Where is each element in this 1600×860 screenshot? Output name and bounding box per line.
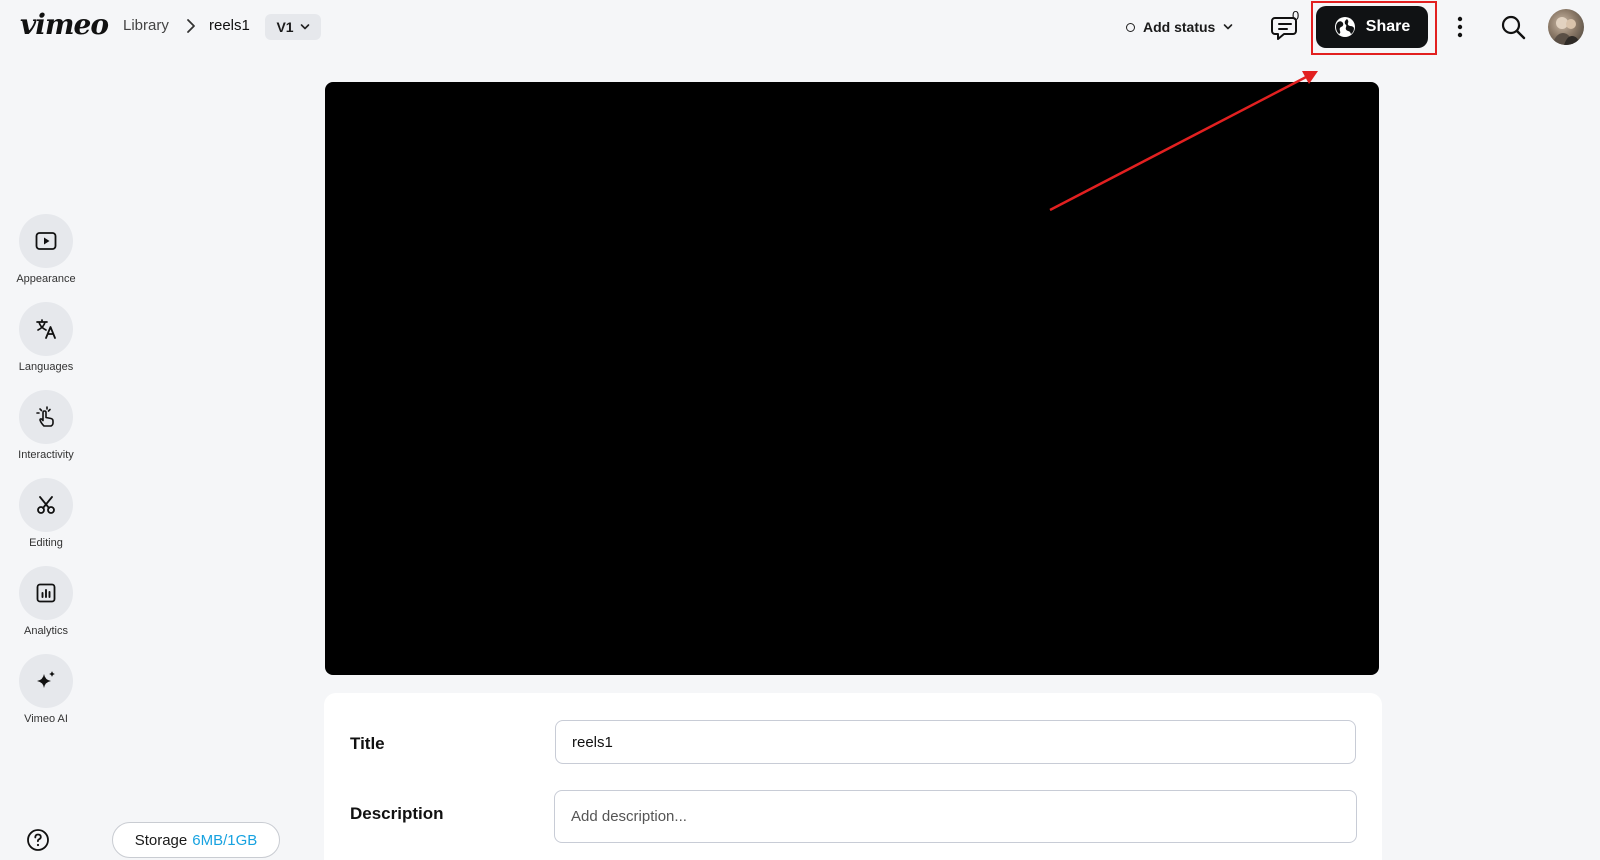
sidebar-item-label: Appearance bbox=[16, 273, 76, 285]
status-label: Add status bbox=[1143, 19, 1216, 35]
add-status-dropdown[interactable]: Add status bbox=[1126, 14, 1233, 40]
breadcrumb-library-link[interactable]: Library bbox=[123, 17, 169, 34]
play-square-icon bbox=[35, 232, 57, 250]
sidebar-circle bbox=[19, 654, 73, 708]
globe-icon bbox=[1334, 17, 1355, 37]
description-input[interactable] bbox=[554, 790, 1357, 843]
video-player[interactable] bbox=[325, 82, 1379, 675]
sidebar-circle bbox=[19, 302, 73, 356]
sidebar-item-label: Languages bbox=[18, 361, 74, 373]
avatar-photo-icon bbox=[1552, 17, 1580, 45]
sidebar-item-label: Analytics bbox=[23, 625, 69, 637]
storage-value: 6MB/1GB bbox=[192, 831, 258, 849]
share-button[interactable]: Share bbox=[1316, 6, 1428, 48]
version-label: V1 bbox=[276, 19, 294, 35]
vimeo-logo[interactable]: vimeo bbox=[20, 8, 109, 41]
top-bar: vimeo Library reels1 V1 Add status 0 Sha… bbox=[0, 0, 1600, 55]
description-label: Description bbox=[350, 804, 444, 823]
breadcrumb-current: reels1 bbox=[209, 17, 250, 34]
chevron-down-icon bbox=[1224, 24, 1233, 30]
sparkle-icon bbox=[37, 671, 55, 688]
sidebar-item-languages[interactable]: Languages bbox=[0, 302, 92, 373]
video-details-card: Title Description bbox=[324, 693, 1382, 860]
storage-label: Storage bbox=[134, 831, 188, 849]
status-dot-icon bbox=[1126, 22, 1135, 32]
storage-indicator[interactable]: Storage 6MB/1GB bbox=[112, 822, 280, 858]
search-icon[interactable] bbox=[1498, 12, 1528, 42]
more-options-icon[interactable] bbox=[1448, 12, 1472, 42]
sidebar-circle bbox=[19, 390, 73, 444]
sidebar-item-analytics[interactable]: Analytics bbox=[0, 566, 92, 637]
version-dropdown[interactable]: V1 bbox=[265, 14, 321, 40]
sidebar-item-label: Interactivity bbox=[18, 449, 74, 461]
sidebar-item-label: Vimeo AI bbox=[24, 713, 68, 725]
title-label: Title bbox=[350, 734, 385, 753]
sidebar-item-vimeo-ai[interactable]: Vimeo AI bbox=[0, 654, 92, 725]
sidebar-item-interactivity[interactable]: Interactivity bbox=[0, 390, 92, 461]
bar-chart-icon bbox=[36, 583, 56, 603]
sidebar-circle bbox=[19, 566, 73, 620]
sidebar-item-editing[interactable]: Editing bbox=[0, 478, 92, 549]
title-input[interactable] bbox=[555, 720, 1356, 764]
help-icon[interactable] bbox=[26, 828, 50, 852]
scissors-icon bbox=[37, 496, 55, 514]
sidebar-item-label: Editing bbox=[29, 537, 63, 549]
sidebar-item-appearance[interactable]: Appearance bbox=[0, 214, 92, 285]
tap-pointer-icon bbox=[36, 406, 54, 427]
chevron-right-icon bbox=[187, 19, 195, 33]
user-avatar[interactable] bbox=[1548, 9, 1584, 45]
translate-icon bbox=[36, 319, 56, 339]
sidebar-circle bbox=[19, 478, 73, 532]
sidebar-circle bbox=[19, 214, 73, 268]
comments-count: 0 bbox=[1292, 8, 1300, 23]
chevron-down-icon bbox=[300, 24, 309, 30]
share-label: Share bbox=[1365, 18, 1411, 35]
